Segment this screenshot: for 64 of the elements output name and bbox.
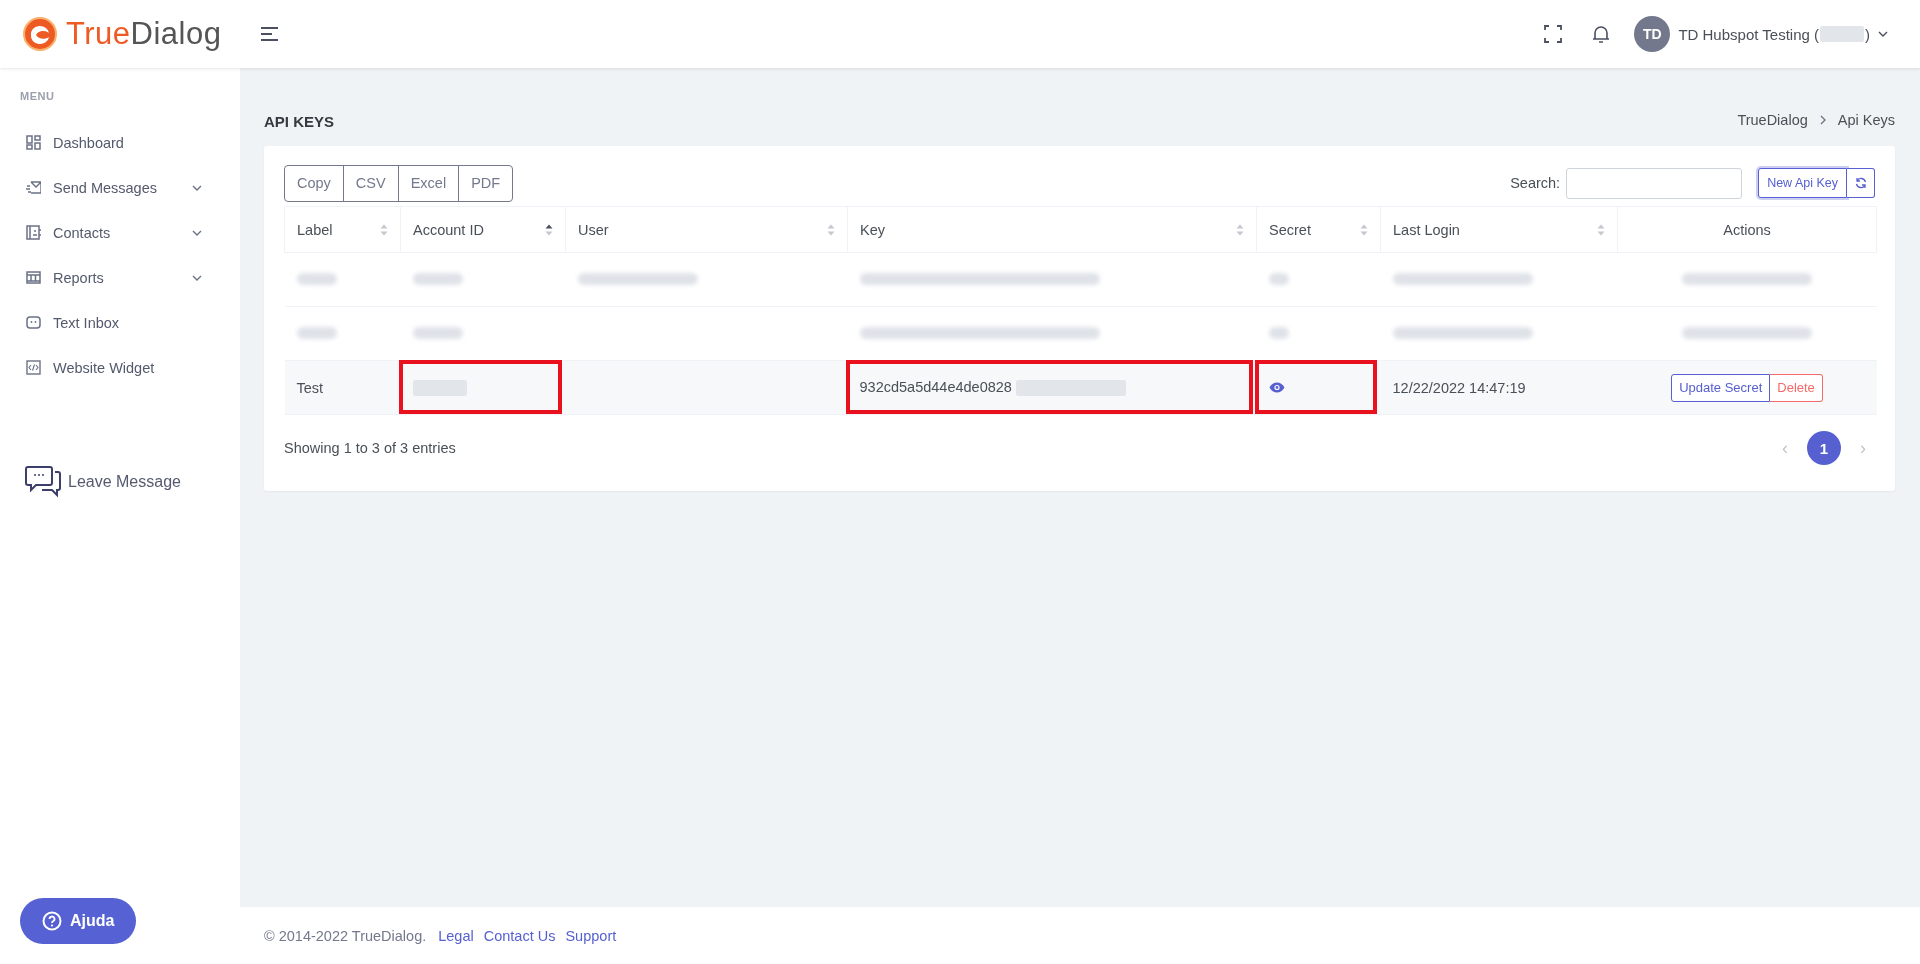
column-header: Actions <box>1617 206 1877 253</box>
page-title: API KEYS <box>264 111 335 130</box>
table-cell: Test <box>284 360 401 415</box>
chevron-down-icon <box>1878 31 1888 37</box>
column-header[interactable]: Account ID <box>400 206 566 253</box>
show-secret-button[interactable] <box>1268 381 1285 393</box>
footer-link[interactable]: Support <box>565 927 617 944</box>
export-button[interactable]: Excel <box>397 164 460 202</box>
bell-icon <box>1592 24 1611 44</box>
breadcrumb-item: Api Keys <box>1837 112 1895 128</box>
logo-text: TrueDialog <box>66 16 222 52</box>
grid-icon <box>26 135 41 150</box>
question-icon <box>42 911 62 931</box>
table-icon <box>26 270 41 285</box>
export-button[interactable]: Copy <box>284 164 344 202</box>
breadcrumb-item[interactable]: TrueDialog <box>1737 112 1808 128</box>
export-button[interactable]: CSV <box>342 164 399 202</box>
blurred-content <box>296 326 337 339</box>
refresh-button[interactable] <box>1847 168 1875 198</box>
column-header[interactable]: Last Login <box>1380 206 1618 253</box>
sidebar-item[interactable]: Dashboard <box>0 120 240 165</box>
sidebar-item[interactable]: Send Messages <box>0 165 240 210</box>
search-label: Search: <box>1510 175 1561 191</box>
menu-icon <box>260 26 280 42</box>
page-button[interactable]: 1 <box>1807 431 1841 465</box>
redaction-block <box>1820 26 1864 42</box>
blurred-content <box>296 272 337 285</box>
envelope-icon <box>26 180 41 195</box>
sidebar-item[interactable]: Text Inbox <box>0 300 240 345</box>
user-menu[interactable]: TD TD Hubspot Testing ( ) <box>1634 16 1888 52</box>
search-field[interactable] <box>1566 167 1743 199</box>
refresh-icon <box>1854 177 1867 189</box>
menu-heading: MENU <box>19 90 56 102</box>
chevron-right-icon <box>1819 115 1826 125</box>
leave-message-link[interactable]: Leave Message <box>24 465 240 499</box>
column-header[interactable]: Label <box>284 206 401 253</box>
blurred-content <box>412 272 463 285</box>
chat-bubbles-icon <box>24 465 64 499</box>
contact-card-icon <box>26 225 41 240</box>
update-secret-button[interactable]: Update Secret <box>1671 373 1771 402</box>
blurred-content <box>1268 326 1289 339</box>
column-header[interactable]: Secret <box>1256 206 1381 253</box>
fullscreen-icon <box>1544 25 1563 43</box>
export-button[interactable]: PDF <box>458 164 514 202</box>
new-api-key-button[interactable]: New Api Key <box>1758 168 1847 198</box>
entries-info: Showing 1 to 3 of 3 entries <box>284 440 456 456</box>
help-button[interactable]: Ajuda <box>20 898 137 944</box>
logo-icon <box>22 16 58 52</box>
eye-icon <box>1268 381 1285 393</box>
chat-icon <box>26 315 41 330</box>
blurred-content <box>1268 272 1289 285</box>
key-text: 932cd5a5d44e4de0828 <box>859 378 1012 395</box>
copyright-text: © 2014-2022 TrueDialog. <box>264 927 427 944</box>
sidebar-item[interactable]: Website Widget <box>0 345 240 390</box>
user-avatar: TD <box>1634 16 1671 52</box>
column-header[interactable]: User <box>565 206 848 253</box>
sidebar-item[interactable]: Contacts <box>0 210 240 255</box>
blurred-content <box>412 326 463 339</box>
column-header[interactable]: Key <box>847 206 1257 253</box>
code-icon <box>26 360 41 375</box>
footer-link[interactable]: Legal <box>438 927 474 944</box>
footer-link[interactable]: Contact Us <box>483 927 556 944</box>
sidebar-item[interactable]: Reports <box>0 255 240 300</box>
table-cell: 12/22/2022 14:47:19 <box>1380 360 1618 415</box>
